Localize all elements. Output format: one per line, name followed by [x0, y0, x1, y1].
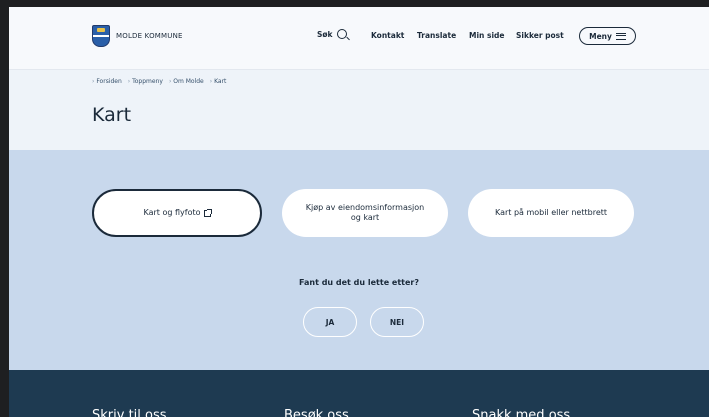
link-card-kjop-eiendomsinformasjon[interactable]: Kjøp av eiendomsinformasjon og kart: [282, 189, 448, 237]
browser-viewport: MOLDE KOMMUNE Søk Kontakt Translate Min …: [9, 7, 709, 417]
nav-link-min-side[interactable]: Min side: [469, 31, 504, 40]
link-card-label: Kjøp av eiendomsinformasjon og kart: [305, 202, 425, 222]
hamburger-icon: [615, 32, 626, 40]
menu-label: Meny: [589, 31, 612, 41]
search-icon: [336, 29, 347, 39]
page-title: Kart: [92, 104, 132, 126]
breadcrumb: Forsiden Toppmeny Om Molde Kart: [92, 78, 226, 85]
link-card-label: Kart og flyfoto: [143, 207, 201, 217]
breadcrumb-item-forsiden[interactable]: Forsiden: [92, 78, 121, 85]
external-link-icon: [203, 208, 212, 217]
site-footer: Skriv til oss Besøk oss Snakk med oss: [9, 370, 709, 417]
nav-link-kontakt[interactable]: Kontakt: [371, 31, 404, 40]
feedback-question: Fant du det du lette etter?: [299, 278, 419, 287]
breadcrumb-item-kart[interactable]: Kart: [210, 78, 226, 85]
search-button[interactable]: Søk: [317, 29, 347, 39]
footer-heading-besok-oss: Besøk oss: [284, 408, 349, 417]
menu-button[interactable]: Meny: [579, 27, 636, 45]
feedback-no-button[interactable]: NEI: [370, 307, 424, 337]
feedback-yes-button[interactable]: JA: [303, 307, 357, 337]
top-navigation: Søk Kontakt Translate Min side Sikker po…: [9, 7, 709, 70]
breadcrumb-item-om-molde[interactable]: Om Molde: [169, 78, 204, 85]
nav-link-sikker-post[interactable]: Sikker post: [516, 31, 564, 40]
page-title-band: Forsiden Toppmeny Om Molde Kart Kart: [9, 70, 709, 150]
nav-link-translate[interactable]: Translate: [417, 31, 456, 40]
search-label: Søk: [317, 29, 333, 39]
link-card-kart-pa-mobil[interactable]: Kart på mobil eller nettbrett: [468, 189, 634, 237]
site-header: MOLDE KOMMUNE Søk Kontakt Translate Min …: [9, 7, 709, 70]
link-card-kart-og-flyfoto[interactable]: Kart og flyfoto: [92, 189, 262, 237]
footer-heading-skriv-til-oss: Skriv til oss: [92, 408, 167, 417]
breadcrumb-item-toppmeny[interactable]: Toppmeny: [128, 78, 163, 85]
link-card-label: Kart på mobil eller nettbrett: [494, 207, 608, 217]
footer-heading-snakk-med-oss: Snakk med oss: [472, 408, 571, 417]
main-content: Kart og flyfoto Kjøp av eiendomsinformas…: [9, 150, 709, 370]
